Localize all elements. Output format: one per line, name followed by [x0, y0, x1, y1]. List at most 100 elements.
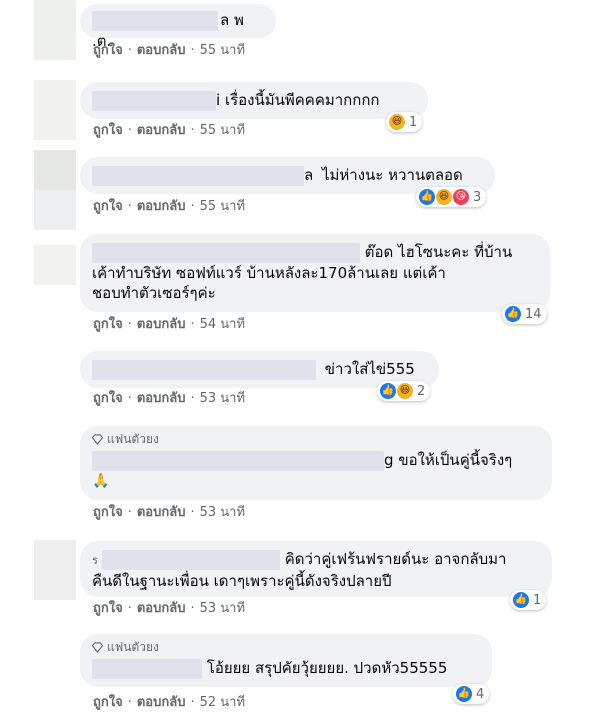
- comment-text: โอ้ยยย สรุปคัยวุ้ยยยย. ปวดหัว55555: [206, 659, 448, 677]
- reply-button[interactable]: ตอบกลับ: [137, 391, 186, 407]
- reaction-summary[interactable]: 👍 😆 😘 3: [416, 187, 487, 207]
- haha-reaction-icon: 😆: [435, 188, 453, 206]
- author-name-redacted[interactable]: [92, 165, 304, 186]
- separator: ·: [127, 317, 132, 332]
- reply-button[interactable]: ตอบกลับ: [137, 695, 186, 711]
- comment-text: ชอบทำตัวเซอร์ๆค่ะ: [92, 283, 216, 302]
- reaction-summary[interactable]: 👍 😆 2: [377, 381, 431, 401]
- comment-actions: ถูกใจ · ตอบกลับ · 54 นาที: [93, 317, 245, 333]
- reaction-count: 14: [525, 306, 542, 322]
- avatar[interactable]: [34, 245, 76, 285]
- top-fan-badge[interactable]: แฟนตัวยง: [92, 640, 480, 654]
- reaction-summary[interactable]: 😆 1: [386, 112, 423, 132]
- comment-text: ต๊อด ไฮโซนะคะ ที่บ้าน: [364, 243, 513, 261]
- reaction-summary[interactable]: 👍 1: [510, 590, 547, 610]
- comment-line: g ขอให้เป็นคู่นี้จริงๆ: [92, 450, 540, 471]
- like-button[interactable]: ถูกใจ: [93, 317, 123, 333]
- like-reaction-icon: 👍: [455, 685, 473, 703]
- comment-actions: ถูกใจ · ตอบกลับ · 53 นาที: [93, 601, 245, 617]
- reaction-count: 2: [417, 383, 426, 399]
- timestamp[interactable]: 55 นาที: [200, 123, 245, 139]
- reply-button[interactable]: ตอบกลับ: [137, 123, 186, 139]
- reaction-count: 1: [533, 592, 542, 608]
- comment-actions: ถูกใจ · ตอบกลับ · 55 นาที: [93, 43, 245, 59]
- author-name-redacted[interactable]: [92, 450, 384, 471]
- like-button[interactable]: ถูกใจ: [93, 123, 123, 139]
- timestamp[interactable]: 55 นาที: [200, 43, 245, 59]
- author-name-suffix[interactable]: ล: [304, 166, 313, 184]
- reaction-summary[interactable]: 👍 14: [502, 304, 547, 324]
- comment-bubble: ร คิดว่าคู่เฟร้นฟรายด์นะ อาจกลับมา คืนดี…: [80, 541, 552, 597]
- avatar[interactable]: [34, 0, 76, 60]
- diamond-icon: [92, 641, 103, 653]
- comment-bubble: แฟนตัวยง โอ้ยยย สรุปคัยวุ้ยยยย. ปวดหัว55…: [80, 634, 492, 687]
- avatar-column: [34, 0, 76, 727]
- comment-bubble: แฟนตัวยง g ขอให้เป็นคู่นี้จริงๆ 🙏: [80, 426, 552, 500]
- separator: ·: [190, 317, 195, 332]
- timestamp[interactable]: 53 นาที: [200, 391, 245, 407]
- author-name-redacted[interactable]: [92, 90, 216, 111]
- reply-button[interactable]: ตอบกลับ: [137, 505, 186, 521]
- author-name-redacted[interactable]: [101, 549, 280, 570]
- timestamp[interactable]: 53 นาที: [200, 505, 245, 521]
- comment-bubble: ต๊อด ไฮโซนะคะ ที่บ้าน เค้าทำบริษัท ซอฟท์…: [80, 234, 550, 312]
- timestamp[interactable]: 53 นาที: [200, 601, 245, 617]
- comment-line: ร คิดว่าคู่เฟร้นฟรายด์นะ อาจกลับมา: [92, 549, 540, 571]
- like-button[interactable]: ถูกใจ: [93, 43, 123, 59]
- like-reaction-icon: 👍: [379, 382, 397, 400]
- reaction-count: 1: [409, 114, 418, 130]
- comment-actions: ถูกใจ · ตอบกลับ · 55 นาที: [93, 123, 245, 139]
- separator: ·: [190, 43, 195, 58]
- comment-actions: ถูกใจ · ตอบกลับ · 53 นาที: [93, 505, 245, 521]
- author-name-redacted[interactable]: [92, 658, 202, 679]
- badge-label: แฟนตัวยง: [107, 640, 159, 654]
- comment-bubble: i เรื่องนี้มันพีคคคมากกกก: [80, 82, 428, 119]
- separator: ·: [127, 123, 132, 138]
- author-name-redacted[interactable]: [92, 242, 360, 263]
- like-button[interactable]: ถูกใจ: [93, 199, 123, 215]
- like-button[interactable]: ถูกใจ: [93, 391, 123, 407]
- reply-button[interactable]: ตอบกลับ: [137, 43, 186, 59]
- timestamp[interactable]: 54 นาที: [200, 317, 245, 333]
- author-name-redacted[interactable]: [92, 359, 316, 380]
- like-reaction-icon: 👍: [504, 305, 522, 323]
- author-name-suffix[interactable]: g: [384, 451, 394, 469]
- comment-text: ขอให้เป็นคู่นี้จริงๆ: [398, 451, 513, 469]
- author-name-prefix[interactable]: ร: [92, 554, 98, 567]
- comment-bubble: ล พ .ต.: [80, 4, 276, 50]
- comment-text: ไม่ห่างนะ หวานตลอด: [321, 166, 463, 184]
- reply-button[interactable]: ตอบกลับ: [137, 199, 186, 215]
- reply-button[interactable]: ตอบกลับ: [137, 317, 186, 333]
- avatar[interactable]: [34, 190, 76, 230]
- avatar[interactable]: [34, 540, 76, 600]
- avatar[interactable]: [34, 80, 76, 140]
- reaction-count: 4: [476, 686, 485, 702]
- author-name-redacted[interactable]: [92, 10, 218, 31]
- diamond-icon: [92, 433, 103, 445]
- author-name-suffix[interactable]: i: [216, 91, 220, 109]
- separator: ·: [190, 695, 195, 710]
- like-button[interactable]: ถูกใจ: [93, 601, 123, 617]
- timestamp[interactable]: 55 นาที: [200, 199, 245, 215]
- top-fan-badge[interactable]: แฟนตัวยง: [92, 432, 540, 446]
- like-reaction-icon: 👍: [418, 188, 436, 206]
- avatar[interactable]: [34, 150, 76, 190]
- separator: ·: [190, 601, 195, 616]
- reaction-summary[interactable]: 👍 4: [453, 684, 490, 704]
- comment-line: ต๊อด ไฮโซนะคะ ที่บ้าน: [92, 242, 538, 263]
- separator: ·: [127, 505, 132, 520]
- reply-button[interactable]: ตอบกลับ: [137, 601, 186, 617]
- separator: ·: [127, 199, 132, 214]
- comment-text: คิดว่าคู่เฟร้นฟรายด์นะ อาจกลับมา: [284, 550, 507, 568]
- reaction-count: 3: [473, 189, 482, 205]
- timestamp[interactable]: 52 นาที: [200, 695, 245, 711]
- like-button[interactable]: ถูกใจ: [93, 695, 123, 711]
- separator: ·: [127, 695, 132, 710]
- like-button[interactable]: ถูกใจ: [93, 505, 123, 521]
- haha-reaction-icon: 😆: [396, 382, 414, 400]
- separator: ·: [190, 391, 195, 406]
- separator: ·: [127, 391, 132, 406]
- separator: ·: [190, 505, 195, 520]
- comment-actions: ถูกใจ · ตอบกลับ · 53 นาที: [93, 391, 245, 407]
- love-reaction-icon: 😘: [452, 188, 470, 206]
